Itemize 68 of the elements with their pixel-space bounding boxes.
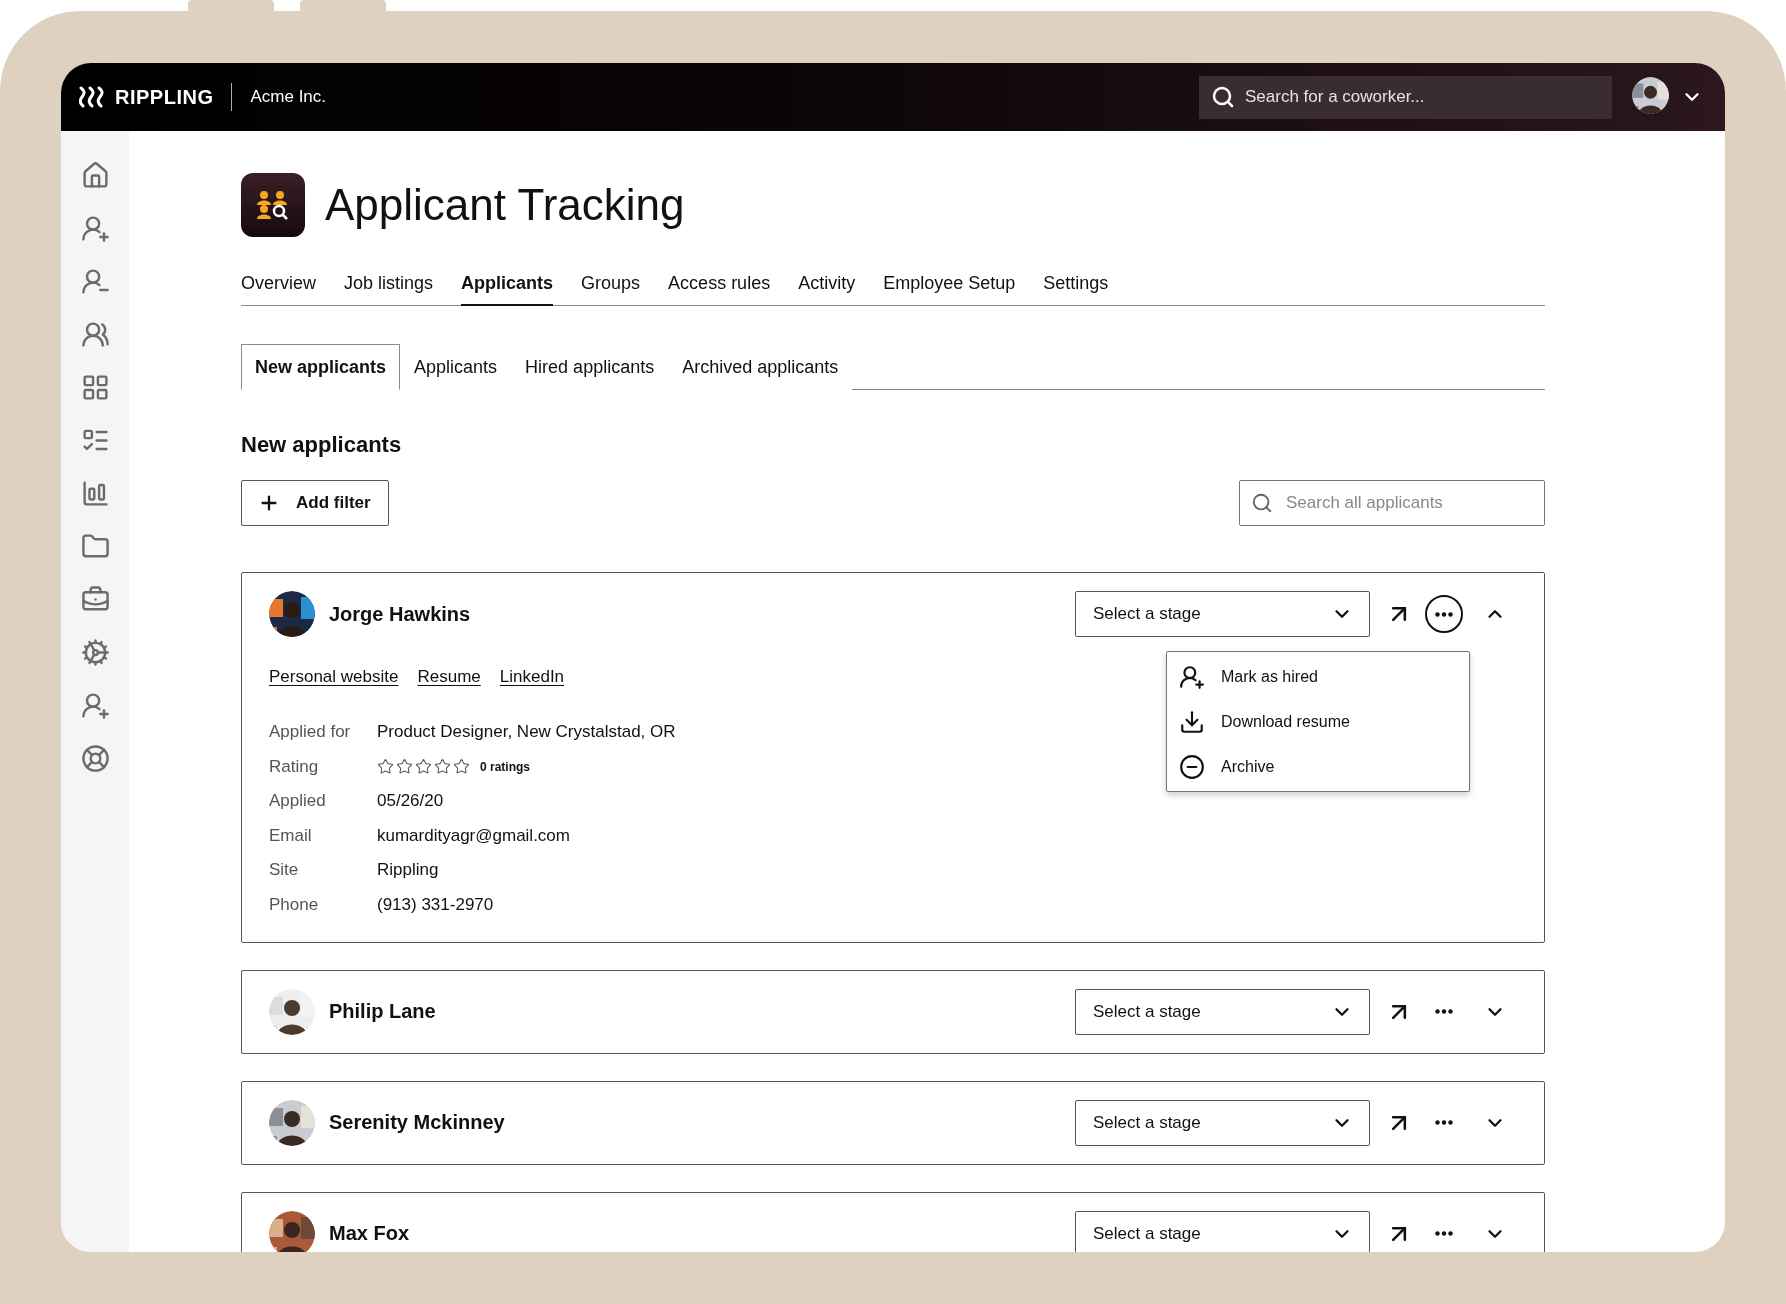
minus-circle-icon — [1179, 753, 1205, 780]
detail-value: 05/26/20 — [377, 790, 445, 813]
detail-label: Applied for — [269, 721, 352, 743]
more-icon — [1435, 611, 1453, 617]
remove-person-icon[interactable] — [80, 267, 110, 296]
stage-select[interactable]: Select a stage — [1075, 1099, 1370, 1146]
section-heading: New applicants — [241, 432, 403, 458]
home-icon[interactable] — [80, 161, 110, 190]
nav-tab[interactable]: Settings — [1043, 263, 1109, 306]
nav-tab[interactable]: Employee Setup — [883, 263, 1016, 306]
add-person-icon[interactable] — [80, 691, 110, 720]
profile-link[interactable]: Personal website — [269, 667, 399, 687]
applicant-name: Philip Lane — [329, 1000, 436, 1024]
page-title: Applicant Tracking — [325, 180, 685, 230]
detail-value: Product Designer, New Crystalstad, OR — [377, 721, 676, 743]
chart-icon[interactable] — [80, 479, 110, 508]
nav-tab[interactable]: Overview — [241, 263, 316, 306]
search-icon — [1211, 85, 1235, 109]
nav-tab[interactable]: Groups — [581, 263, 641, 306]
detail-label: Email — [269, 824, 313, 847]
logo-icon — [79, 86, 107, 108]
nav-tab[interactable]: Access rules — [668, 263, 771, 306]
add-person-icon[interactable] — [80, 214, 110, 243]
menu-item[interactable]: Archive — [1167, 744, 1469, 789]
more-icon — [1435, 1120, 1453, 1126]
applicant-name: Jorge Hawkins — [329, 602, 471, 626]
coworker-search-field[interactable]: Search for a coworker... — [1199, 75, 1612, 119]
star-icon — [396, 758, 413, 776]
applicant-search-field[interactable]: Search all applicants — [1239, 480, 1545, 526]
lifebuoy-icon[interactable] — [80, 744, 110, 773]
detail-label: Site — [269, 859, 300, 882]
menu-item[interactable]: Mark as hired — [1167, 654, 1469, 699]
star-icon — [377, 758, 394, 776]
add-person-icon — [1179, 663, 1205, 690]
people-search-icon — [256, 190, 290, 220]
nav-tab[interactable]: Applicants — [461, 263, 554, 306]
stage-select[interactable]: Select a stage — [1075, 988, 1370, 1035]
add-filter-button[interactable]: Add filter — [241, 480, 389, 526]
detail-value: Rippling — [377, 859, 440, 882]
nav-tab[interactable]: Job listings — [344, 263, 434, 306]
download-icon — [1179, 708, 1205, 735]
ratings-count: 0 ratings — [480, 759, 530, 774]
settings-icon[interactable] — [80, 638, 110, 667]
detail-label: Applied — [269, 790, 327, 813]
detail-value: (913) 331-2970 — [377, 893, 495, 916]
profile-link[interactable]: Resume — [417, 667, 481, 687]
detail-label: Rating — [269, 755, 320, 778]
grid-icon[interactable] — [80, 373, 110, 402]
detail-label: Phone — [269, 893, 320, 916]
stage-select[interactable]: Select a stage — [1075, 591, 1370, 637]
detail-value: kumardityagr@gmail.com — [377, 824, 571, 847]
star-icon — [453, 758, 470, 776]
star-icon — [434, 758, 451, 776]
more-icon — [1435, 1009, 1453, 1015]
more-button[interactable] — [1425, 595, 1463, 633]
company-name: Acme Inc. — [250, 87, 327, 107]
nav-tab[interactable]: Activity — [798, 263, 856, 306]
brand-name: RIPPLING — [115, 85, 214, 109]
stage-select[interactable]: Select a stage — [1075, 1210, 1370, 1252]
applicant-name: Max Fox — [329, 1222, 410, 1246]
more-icon — [1435, 1231, 1453, 1237]
search-icon — [1251, 492, 1273, 514]
people-icon[interactable] — [80, 320, 110, 349]
star-icon — [415, 758, 432, 776]
profile-link[interactable]: LinkedIn — [499, 667, 565, 687]
applicant-name: Serenity Mckinney — [329, 1111, 505, 1135]
menu-item[interactable]: Download resume — [1167, 699, 1469, 744]
sub-tab[interactable]: New applicants — [241, 344, 401, 390]
